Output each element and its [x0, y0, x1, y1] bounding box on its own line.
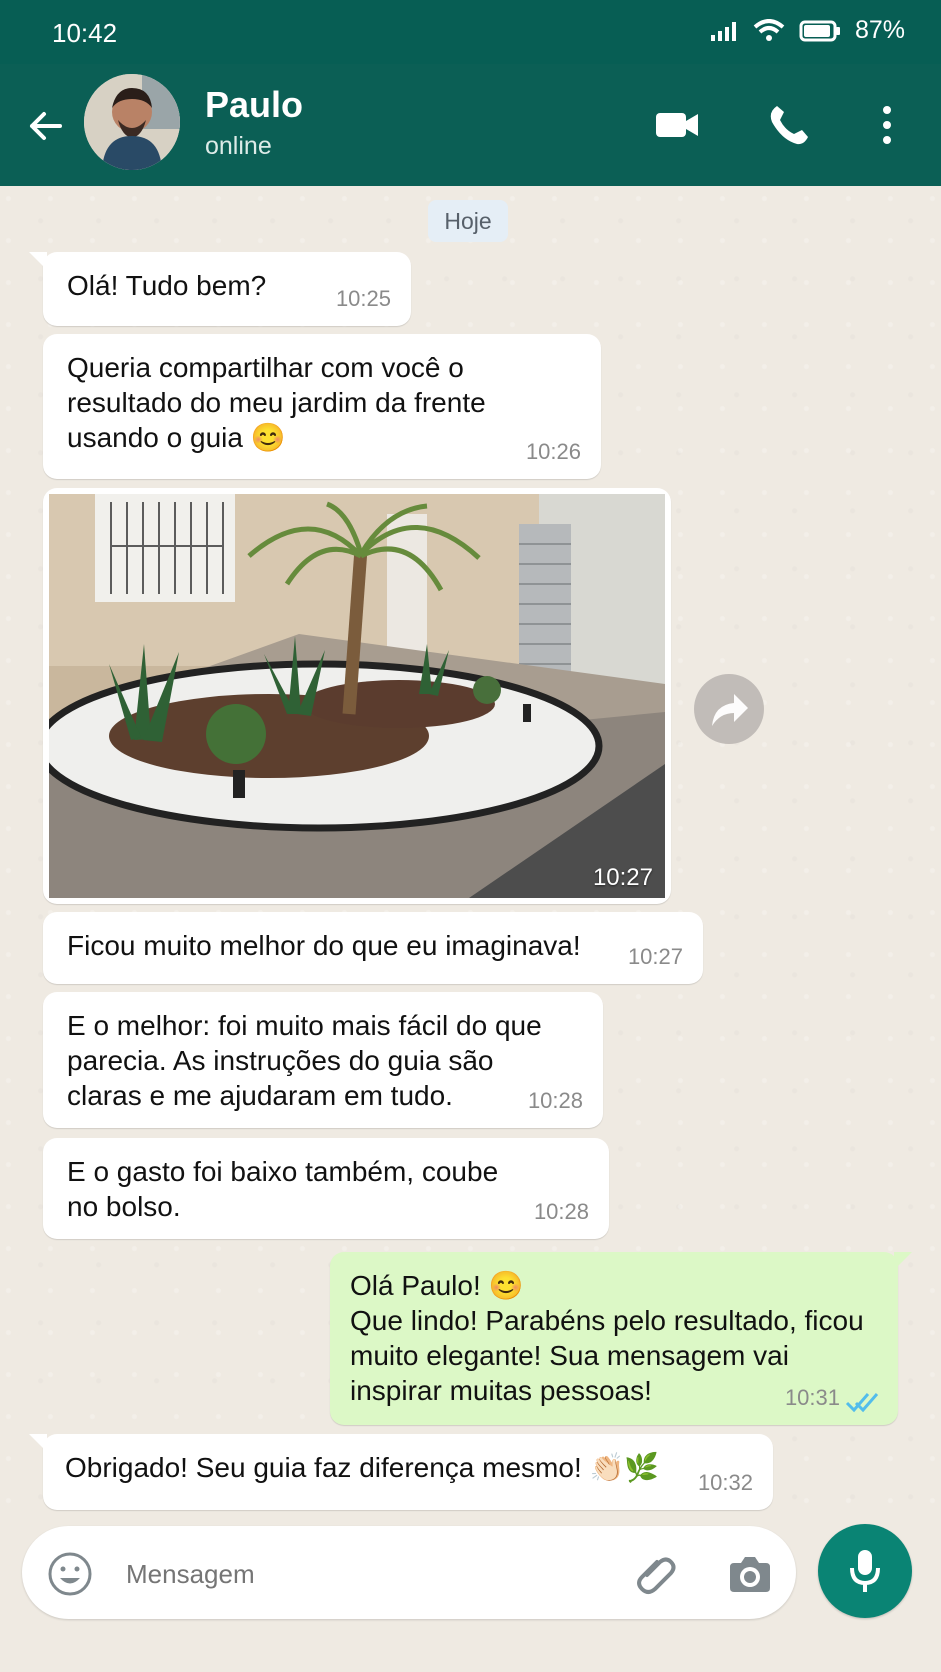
- message-composer: [22, 1526, 796, 1619]
- message-text: Ficou muito melhor do que eu imaginava!: [67, 930, 581, 961]
- signal-icon: [710, 21, 736, 41]
- message-input[interactable]: [124, 1548, 598, 1600]
- avatar[interactable]: [84, 74, 180, 170]
- message-text: Obrigado! Seu guia faz diferença mesmo! …: [65, 1452, 660, 1483]
- message-time: 10:28: [533, 1199, 589, 1224]
- attach-icon[interactable]: [632, 1550, 680, 1598]
- day-divider: Hoje: [428, 200, 508, 242]
- message-incoming[interactable]: Olá! Tudo bem? 10:25: [29, 252, 411, 326]
- message-incoming[interactable]: E o gasto foi baixo também, coube no bol…: [43, 1138, 609, 1239]
- video-call-icon[interactable]: [652, 100, 702, 150]
- message-time: 10:31: [784, 1385, 840, 1410]
- message-outgoing[interactable]: Olá Paulo! 😊 Que lindo! Parabéns pelo re…: [330, 1252, 912, 1425]
- phone-icon[interactable]: [764, 100, 814, 150]
- image-message[interactable]: 10:27: [43, 488, 671, 904]
- chat-header: Paulo online: [0, 64, 941, 186]
- message-time: 10:27: [627, 944, 683, 969]
- message-time: 10:27: [592, 864, 653, 891]
- message-incoming[interactable]: Queria compartilhar com você o resultado…: [43, 334, 601, 479]
- bubble-tail: [29, 1434, 47, 1452]
- message-incoming[interactable]: Obrigado! Seu guia faz diferença mesmo! …: [29, 1434, 773, 1510]
- garden-photo[interactable]: [49, 494, 665, 898]
- message-text: E o gasto foi baixo também, coube no bol…: [67, 1156, 499, 1222]
- message-incoming[interactable]: E o melhor: foi muito mais fácil do que …: [43, 992, 603, 1128]
- message-time: 10:28: [527, 1088, 583, 1113]
- camera-icon[interactable]: [726, 1552, 774, 1596]
- back-arrow-icon[interactable]: [22, 102, 70, 150]
- forward-icon: [712, 694, 748, 726]
- message-time: 10:32: [697, 1470, 753, 1495]
- forward-button[interactable]: [694, 674, 764, 744]
- contact-name[interactable]: Paulo: [205, 84, 303, 126]
- message-incoming[interactable]: Ficou muito melhor do que eu imaginava! …: [43, 912, 703, 984]
- bubble-tail: [894, 1252, 912, 1270]
- read-receipt-icon: [845, 1393, 879, 1413]
- status-bar: 10:42 87%: [0, 0, 941, 64]
- battery-percentage: 87%: [854, 16, 905, 44]
- status-time: 10:42: [52, 18, 118, 48]
- more-vert-icon[interactable]: [862, 100, 912, 150]
- battery-icon: [799, 20, 840, 41]
- message-time: 10:25: [335, 286, 391, 311]
- message-text: E o melhor: foi muito mais fácil do que …: [67, 1010, 542, 1111]
- voice-message-button[interactable]: [818, 1524, 912, 1618]
- bubble-tail: [29, 252, 47, 270]
- emoji-icon[interactable]: [46, 1550, 94, 1598]
- message-time: 10:26: [525, 439, 581, 464]
- presence-status: online: [205, 132, 272, 160]
- wifi-icon: [753, 18, 785, 41]
- mic-icon: [850, 1550, 880, 1592]
- message-text: Queria compartilhar com você o resultado…: [67, 352, 486, 453]
- status-icons: 87%: [709, 16, 905, 45]
